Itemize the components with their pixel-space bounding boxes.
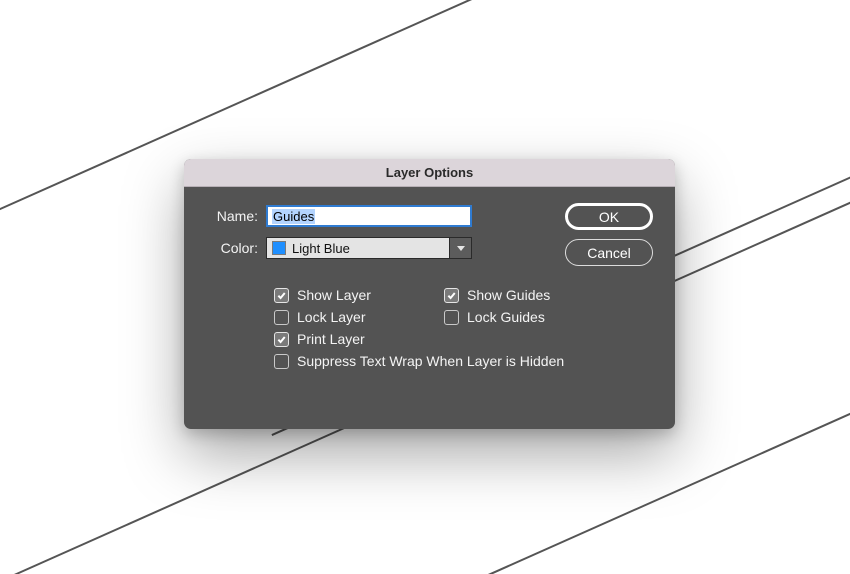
checkbox-grid: Show Layer Show Guides Lock Layer Lock G… (274, 287, 634, 375)
dialog-title: Layer Options (386, 165, 473, 180)
show-layer-label: Show Layer (297, 287, 371, 303)
print-layer-checkbox[interactable] (274, 332, 289, 347)
cancel-button[interactable]: Cancel (565, 239, 653, 266)
lock-guides-checkbox[interactable] (444, 310, 459, 325)
suppress-text-wrap-label: Suppress Text Wrap When Layer is Hidden (297, 353, 564, 369)
dialog-titlebar: Layer Options (184, 159, 675, 187)
check-icon (277, 291, 286, 300)
color-value: Light Blue (292, 241, 350, 256)
ok-button[interactable]: OK (565, 203, 653, 230)
layer-name-value: Guides (272, 209, 315, 224)
layer-color-select[interactable]: Light Blue (266, 237, 472, 259)
suppress-text-wrap-checkbox[interactable] (274, 354, 289, 369)
show-layer-checkbox[interactable] (274, 288, 289, 303)
ok-button-label: OK (599, 209, 619, 225)
name-label: Name: (206, 208, 266, 224)
cancel-button-label: Cancel (587, 245, 631, 261)
lock-layer-label: Lock Layer (297, 309, 365, 325)
color-swatch (272, 241, 286, 255)
dialog-body: Name: Guides Color: Light Blue OK Cancel (184, 187, 675, 429)
check-icon (277, 335, 286, 344)
print-layer-label: Print Layer (297, 331, 365, 347)
layer-color-display: Light Blue (266, 237, 450, 259)
show-guides-label: Show Guides (467, 287, 550, 303)
show-guides-checkbox[interactable] (444, 288, 459, 303)
color-label: Color: (206, 240, 266, 256)
chevron-down-icon (457, 246, 465, 251)
layer-options-dialog: Layer Options Name: Guides Color: Light … (184, 159, 675, 429)
check-icon (447, 291, 456, 300)
lock-layer-checkbox[interactable] (274, 310, 289, 325)
layer-name-input[interactable]: Guides (266, 205, 472, 227)
color-dropdown-button[interactable] (450, 237, 472, 259)
lock-guides-label: Lock Guides (467, 309, 545, 325)
